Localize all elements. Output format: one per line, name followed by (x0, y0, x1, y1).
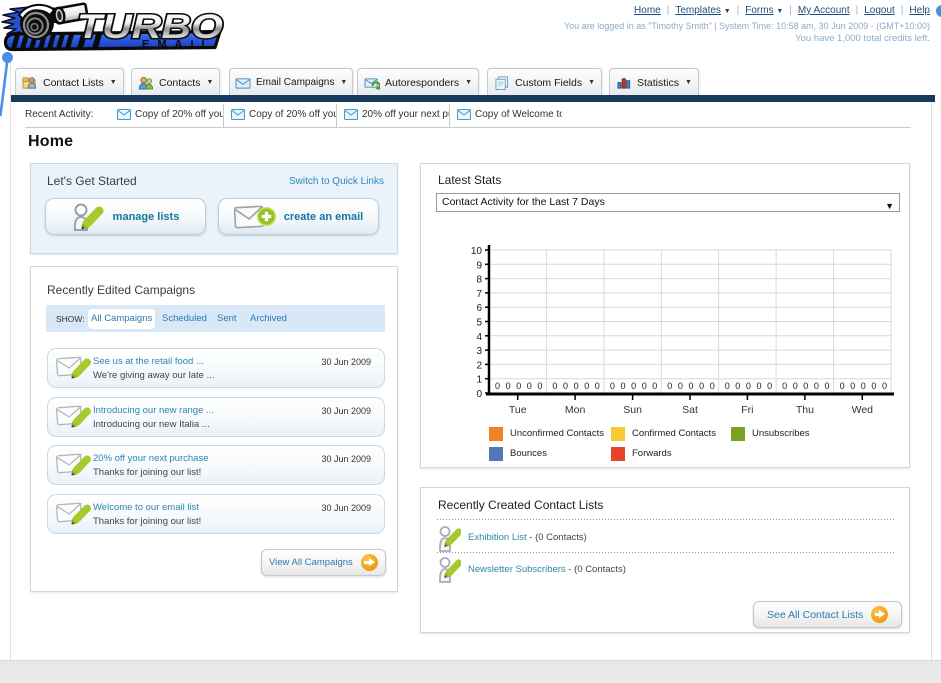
svg-text:0: 0 (516, 381, 521, 391)
svg-text:0: 0 (756, 381, 761, 391)
svg-text:0: 0 (850, 381, 855, 391)
svg-text:10: 10 (471, 246, 483, 257)
svg-text:5: 5 (476, 318, 482, 329)
svg-text:0: 0 (610, 381, 615, 391)
svg-text:0: 0 (871, 381, 876, 391)
svg-text:0: 0 (584, 381, 589, 391)
svg-text:0: 0 (476, 389, 482, 400)
svg-text:0: 0 (746, 381, 751, 391)
svg-text:0: 0 (824, 381, 829, 391)
svg-text:0: 0 (667, 381, 672, 391)
svg-text:2: 2 (476, 360, 482, 371)
svg-text:0: 0 (495, 381, 500, 391)
svg-text:0: 0 (527, 381, 532, 391)
svg-text:0: 0 (506, 381, 511, 391)
svg-text:0: 0 (782, 381, 787, 391)
svg-text:0: 0 (710, 381, 715, 391)
svg-text:Thu: Thu (796, 404, 814, 416)
svg-text:Wed: Wed (852, 404, 874, 416)
svg-text:7: 7 (476, 289, 482, 300)
svg-text:9: 9 (476, 260, 482, 271)
svg-text:Sun: Sun (623, 404, 642, 416)
svg-text:0: 0 (725, 381, 730, 391)
svg-text:4: 4 (476, 332, 482, 343)
svg-text:0: 0 (574, 381, 579, 391)
svg-text:0: 0 (861, 381, 866, 391)
svg-text:3: 3 (476, 346, 482, 357)
svg-text:0: 0 (735, 381, 740, 391)
svg-text:0: 0 (882, 381, 887, 391)
svg-text:0: 0 (699, 381, 704, 391)
svg-text:Fri: Fri (741, 404, 753, 416)
svg-text:8: 8 (476, 275, 482, 286)
svg-text:0: 0 (563, 381, 568, 391)
svg-text:1: 1 (476, 375, 482, 386)
svg-text:0: 0 (793, 381, 798, 391)
svg-text:0: 0 (537, 381, 542, 391)
svg-text:Sat: Sat (682, 404, 698, 416)
svg-text:0: 0 (552, 381, 557, 391)
svg-text:0: 0 (620, 381, 625, 391)
svg-text:0: 0 (595, 381, 600, 391)
svg-text:0: 0 (631, 381, 636, 391)
svg-text:0: 0 (840, 381, 845, 391)
svg-text:EMAIL: EMAIL (142, 39, 216, 51)
svg-text:0: 0 (688, 381, 693, 391)
svg-text:Mon: Mon (565, 404, 586, 416)
svg-text:Tue: Tue (509, 404, 527, 416)
svg-text:0: 0 (642, 381, 647, 391)
svg-text:0: 0 (767, 381, 772, 391)
svg-text:0: 0 (652, 381, 657, 391)
svg-text:0: 0 (814, 381, 819, 391)
svg-text:6: 6 (476, 303, 482, 314)
svg-text:0: 0 (803, 381, 808, 391)
svg-text:0: 0 (678, 381, 683, 391)
